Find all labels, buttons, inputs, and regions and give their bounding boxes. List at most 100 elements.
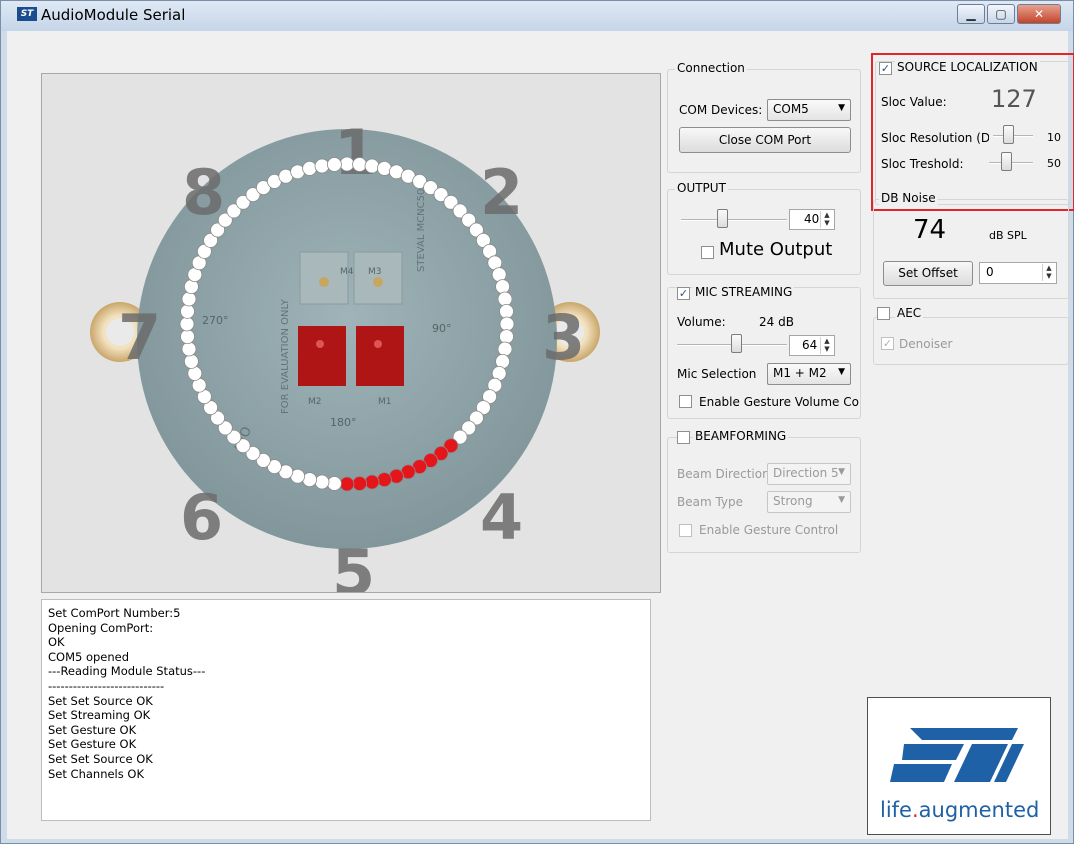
board-label-m3: M3 xyxy=(368,267,382,277)
beam-type-dropdown[interactable]: Strong ▼ xyxy=(767,491,851,513)
led-inactive xyxy=(352,157,368,172)
com-devices-dropdown[interactable]: COM5 ▼ xyxy=(767,99,851,121)
window-title: AudioModule Serial xyxy=(41,6,186,24)
led-inactive xyxy=(495,279,511,295)
direction-number-7: 7 xyxy=(118,301,161,374)
led-active xyxy=(364,474,380,490)
console-line: OK xyxy=(48,635,65,650)
led-active xyxy=(376,472,392,488)
denoiser-checkbox[interactable]: ✓ xyxy=(881,337,894,350)
direction-number-2: 2 xyxy=(480,156,523,229)
source-localization-display: M4 M3 M2 M1 270° 180° 90° FOR EVALUATION… xyxy=(41,73,661,593)
mic-selection-value: M1 + M2 xyxy=(773,366,827,380)
denoiser-label: Denoiser xyxy=(899,337,953,351)
beam-direction-label: Beam Directior xyxy=(677,467,768,481)
led-active xyxy=(339,476,355,492)
output-spinbox[interactable]: 40 ▲ ▼ xyxy=(789,209,835,230)
led-active xyxy=(352,476,368,491)
board-label-m2: M2 xyxy=(308,397,322,407)
beamforming-title: BEAMFORMING xyxy=(693,429,789,443)
volume-slider-thumb[interactable] xyxy=(731,334,742,353)
direction-number-4: 4 xyxy=(480,481,523,554)
led-inactive xyxy=(314,158,330,174)
volume-spinbox[interactable]: 64 ▲ ▼ xyxy=(789,335,835,356)
output-group xyxy=(667,189,861,275)
title-bar[interactable]: ST AudioModule Serial ▁ ▢ ✕ xyxy=(1,1,1073,31)
board-label-part: STEVAL MCNC50 xyxy=(416,189,427,272)
mic-streaming-title: MIC STREAMING xyxy=(693,285,795,299)
mic-selection-dropdown[interactable]: M1 + M2 ▼ xyxy=(767,363,851,385)
close-button[interactable]: ✕ xyxy=(1017,4,1061,24)
board-label-180: 180° xyxy=(330,416,357,429)
led-inactive xyxy=(497,341,513,357)
led-inactive xyxy=(499,303,514,319)
led-inactive xyxy=(180,303,195,319)
spinner-arrows-icon[interactable]: ▲ ▼ xyxy=(820,337,833,354)
enable-gesture-volume-label: Enable Gesture Volume Co xyxy=(699,395,859,409)
aec-checkbox[interactable] xyxy=(877,307,890,320)
console-line: COM5 opened xyxy=(48,649,130,664)
app-window: ST AudioModule Serial ▁ ▢ ✕ M4 M3 M2 M1 … xyxy=(0,0,1074,844)
minimize-button[interactable]: ▁ xyxy=(957,4,985,24)
st-app-icon: ST xyxy=(17,7,37,21)
spinner-arrows-icon[interactable]: ▲ ▼ xyxy=(1042,264,1055,281)
console-line: Opening ComPort: xyxy=(48,620,154,635)
led-inactive xyxy=(181,341,197,357)
output-spinbox-value: 40 xyxy=(804,212,820,226)
st-logo-mark-icon xyxy=(890,728,1024,782)
offset-spinbox-value: 0 xyxy=(986,265,994,279)
mic-m2 xyxy=(298,326,346,386)
output-title: OUTPUT xyxy=(675,181,728,195)
offset-spinbox[interactable]: 0 ▲ ▼ xyxy=(979,262,1057,284)
volume-spinbox-value: 64 xyxy=(802,338,818,352)
maximize-button[interactable]: ▢ xyxy=(987,4,1015,24)
led-inactive xyxy=(302,161,318,176)
led-inactive xyxy=(497,291,513,307)
enable-gesture-control-label: Enable Gesture Control xyxy=(699,523,839,537)
close-com-port-button[interactable]: Close COM Port xyxy=(679,127,851,153)
direction-number-5: 5 xyxy=(332,536,375,593)
chevron-down-icon: ▼ xyxy=(838,367,845,377)
chevron-down-icon: ▼ xyxy=(838,103,845,113)
console-line: ---Reading Module Status--- xyxy=(48,664,206,679)
enable-gesture-control-checkbox[interactable] xyxy=(679,524,692,537)
tagline-augmented: augmented xyxy=(918,798,1040,822)
chevron-down-icon: ▼ xyxy=(838,467,845,477)
db-noise-title: DB Noise xyxy=(879,191,938,205)
com-devices-value: COM5 xyxy=(773,102,809,116)
console-log[interactable]: Set ComPort Number:5 Opening ComPort: OK CO… xyxy=(41,599,651,821)
board-label-270: 270° xyxy=(202,314,229,327)
mic-streaming-checkbox[interactable]: ✓ xyxy=(677,287,690,300)
led-inactive xyxy=(179,316,195,332)
mic-selection-label: Mic Selection xyxy=(677,367,757,381)
connection-group xyxy=(667,69,861,173)
volume-db-value: 24 dB xyxy=(759,315,794,329)
volume-label: Volume: xyxy=(677,315,726,329)
beamforming-checkbox[interactable] xyxy=(677,431,690,444)
led-inactive xyxy=(181,291,197,307)
direction-number-6: 6 xyxy=(180,481,223,554)
aec-title: AEC xyxy=(895,306,924,320)
board-label-m1: M1 xyxy=(378,397,392,407)
tagline-dot: . xyxy=(911,798,919,822)
console-line: Set Streaming OK xyxy=(48,708,151,723)
led-inactive xyxy=(326,476,342,491)
spinner-arrows-icon[interactable]: ▲ ▼ xyxy=(820,211,833,228)
client-area: M4 M3 M2 M1 270° 180° 90° FOR EVALUATION… xyxy=(7,31,1074,839)
set-offset-button[interactable]: Set Offset xyxy=(883,261,973,286)
st-logo-tagline: life.augmented xyxy=(880,798,1039,822)
output-slider-thumb[interactable] xyxy=(717,209,729,228)
led-inactive xyxy=(314,474,330,490)
beam-direction-dropdown[interactable]: Direction 5 ▼ xyxy=(767,463,851,485)
console-line: Set Gesture OK xyxy=(48,722,137,737)
source-localization-highlight xyxy=(871,53,1074,211)
led-inactive xyxy=(326,157,342,172)
beam-type-label: Beam Type xyxy=(677,495,744,509)
db-noise-unit: dB SPL xyxy=(989,229,1027,242)
mute-output-checkbox[interactable] xyxy=(701,246,714,259)
enable-gesture-volume-checkbox[interactable] xyxy=(679,395,692,408)
board-label-eval: FOR EVALUATION ONLY xyxy=(280,298,291,414)
led-inactive xyxy=(339,156,355,172)
db-noise-value: 74 xyxy=(913,215,947,245)
connection-title: Connection xyxy=(675,61,747,75)
